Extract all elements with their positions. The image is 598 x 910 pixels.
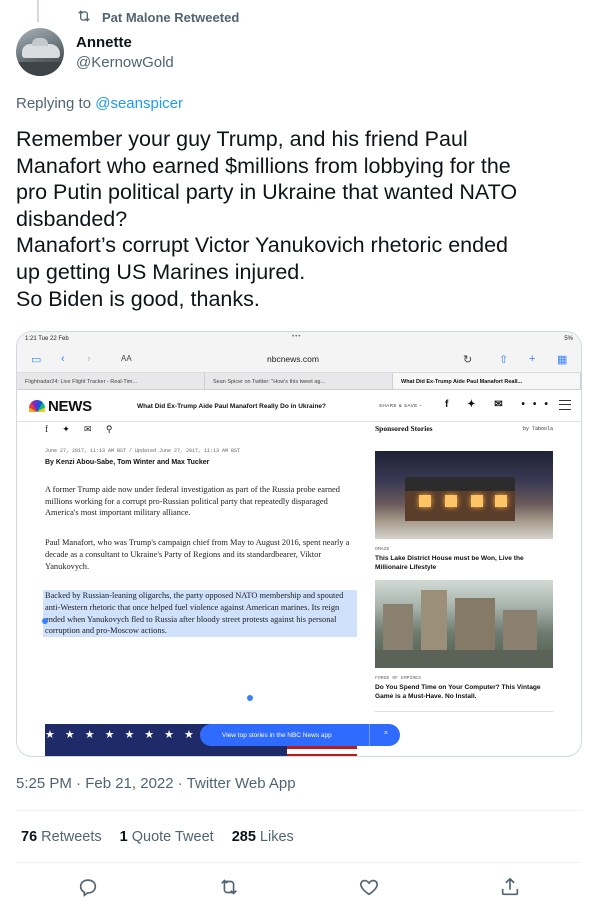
nbc-logo: NEWS (29, 398, 92, 415)
likes-stat[interactable]: 285 Likes (232, 829, 294, 845)
card-source: OMAZE (375, 547, 390, 552)
retweet-icon[interactable] (218, 876, 240, 898)
tweet-text: Remember your guy Trump, and his friend … (16, 126, 582, 312)
tabs-grid-icon: ▦ (557, 354, 568, 366)
ipad-status-bar: 1:21 Tue 22 Feb ••• 5% (17, 332, 581, 346)
article-paragraph: A former Trump aide now under federal in… (45, 485, 340, 518)
text-size-label: AA (121, 354, 132, 363)
peacock-icon (29, 400, 45, 412)
attached-screenshot[interactable]: 1:21 Tue 22 Feb ••• 5% ▭ ‹ › AA nbcnews.… (16, 331, 582, 757)
reply-icon[interactable] (77, 876, 99, 898)
article-date: June 27, 2017, 11:13 AM BST / Updated Ju… (45, 448, 241, 454)
tweet-line: pro Putin political party in Ukraine tha… (16, 180, 518, 205)
article-share-icons: f ✦ ✉ ⚲ (45, 424, 119, 434)
app-banner-text: View top stories in the NBC News app (222, 731, 332, 739)
article-paragraph: Paul Manafort, who was Trump's campaign … (45, 538, 350, 571)
replying-prefix: Replying to (16, 95, 96, 112)
site-name: NEWS (48, 398, 92, 415)
card-title: Do You Spend Time on Your Computer? This… (375, 684, 541, 700)
retweeted-by-label: Pat Malone Retweeted (102, 10, 240, 25)
tweet-line: Manafort’s corrupt Victor Yanukovich rhe… (16, 233, 508, 258)
forward-icon: › (87, 353, 91, 365)
tweet-timestamp[interactable]: 5:25 PM · Feb 21, 2022 · Twitter Web App (16, 775, 296, 792)
back-icon: ‹ (61, 353, 65, 365)
safari-tabs: Flightradar24: Live Flight Tracker - Rea… (17, 372, 581, 390)
new-tab-icon: + (529, 353, 536, 365)
tweet-line: Remember your guy Trump, and his friend … (16, 127, 468, 151)
hamburger-icon (559, 400, 571, 410)
reload-icon: ↻ (463, 354, 473, 366)
tab-twitter: Sean Spicer on Twitter: "How's this twee… (205, 373, 393, 389)
battery-level: 5% (564, 336, 573, 342)
quote-tweets-stat[interactable]: 1 Quote Tweet (120, 829, 214, 845)
card-source: FORGE OF EMPIRES (375, 676, 422, 681)
tweet-line: up getting US Marines injured. (16, 259, 306, 284)
game-city-image (375, 580, 553, 668)
tweet-stats: 76 Retweets 1 Quote Tweet 285 Likes (21, 829, 294, 845)
tweet-line: disbanded? (16, 206, 128, 231)
nbc-headline: What Did Ex-Trump Aide Paul Manafort Rea… (137, 403, 327, 410)
multitask-dots: ••• (292, 334, 302, 340)
social-icons: f ✦ ✉ ••• (445, 399, 556, 410)
tab-flightradar: Flightradar24: Live Flight Tracker - Rea… (17, 373, 205, 389)
like-icon[interactable] (358, 876, 380, 898)
thread-line (37, 0, 39, 22)
author-handle[interactable]: @KernowGold (76, 54, 174, 71)
card-title: This Lake District House must be Won, Li… (375, 555, 524, 571)
share-save-label: SHARE & SAVE – (379, 403, 423, 408)
divider (375, 711, 553, 712)
tweet-line: Manafort who earned $millions from lobby… (16, 153, 511, 178)
status-time: 1:21 Tue 22 Feb (25, 336, 69, 342)
article-byline: By Kenzi Abou-Sabe, Tom Winter and Max T… (45, 459, 210, 466)
sponsored-stories: Sponsored Stories by Taboola OMAZE This … (375, 424, 553, 712)
share-icon: ⇧ (499, 354, 509, 366)
address-url: nbcnews.com (267, 354, 319, 364)
selected-paragraph: Backed by Russian-leaning oligarchs, the… (43, 590, 357, 638)
retweets-stat[interactable]: 76 Retweets (21, 829, 102, 845)
nbc-header: NEWS What Did Ex-Trump Aide Paul Manafor… (17, 390, 581, 422)
reply-handle-link[interactable]: @seanspicer (95, 95, 183, 112)
selection-start-handle (42, 618, 48, 624)
tweet-actions (0, 876, 598, 900)
divider (16, 810, 582, 811)
retweet-context[interactable]: Pat Malone Retweeted (76, 8, 239, 27)
lake-house-image (375, 451, 553, 539)
tweet-line: So Biden is good, thanks. (16, 286, 260, 311)
selection-end-handle (247, 695, 253, 701)
sidebar-icon: ▭ (31, 354, 42, 366)
sponsored-by: by Taboola (522, 426, 553, 432)
avatar[interactable] (16, 28, 64, 76)
retweet-icon (76, 8, 92, 27)
nbc-app-banner: View top stories in the NBC News app × (200, 724, 400, 746)
divider (16, 862, 582, 863)
share-icon[interactable] (499, 876, 521, 898)
article-body: f ✦ ✉ ⚲ June 27, 2017, 11:13 AM BST / Up… (43, 422, 357, 638)
close-icon: × (383, 730, 388, 737)
safari-toolbar: ▭ ‹ › AA nbcnews.com ↻ ⇧ + ▦ (17, 346, 581, 372)
tab-nbc: What Did Ex-Trump Aide Paul Manafort Rea… (393, 373, 581, 389)
author-name[interactable]: Annette (76, 34, 132, 51)
replying-to: Replying to @seanspicer (16, 95, 183, 112)
